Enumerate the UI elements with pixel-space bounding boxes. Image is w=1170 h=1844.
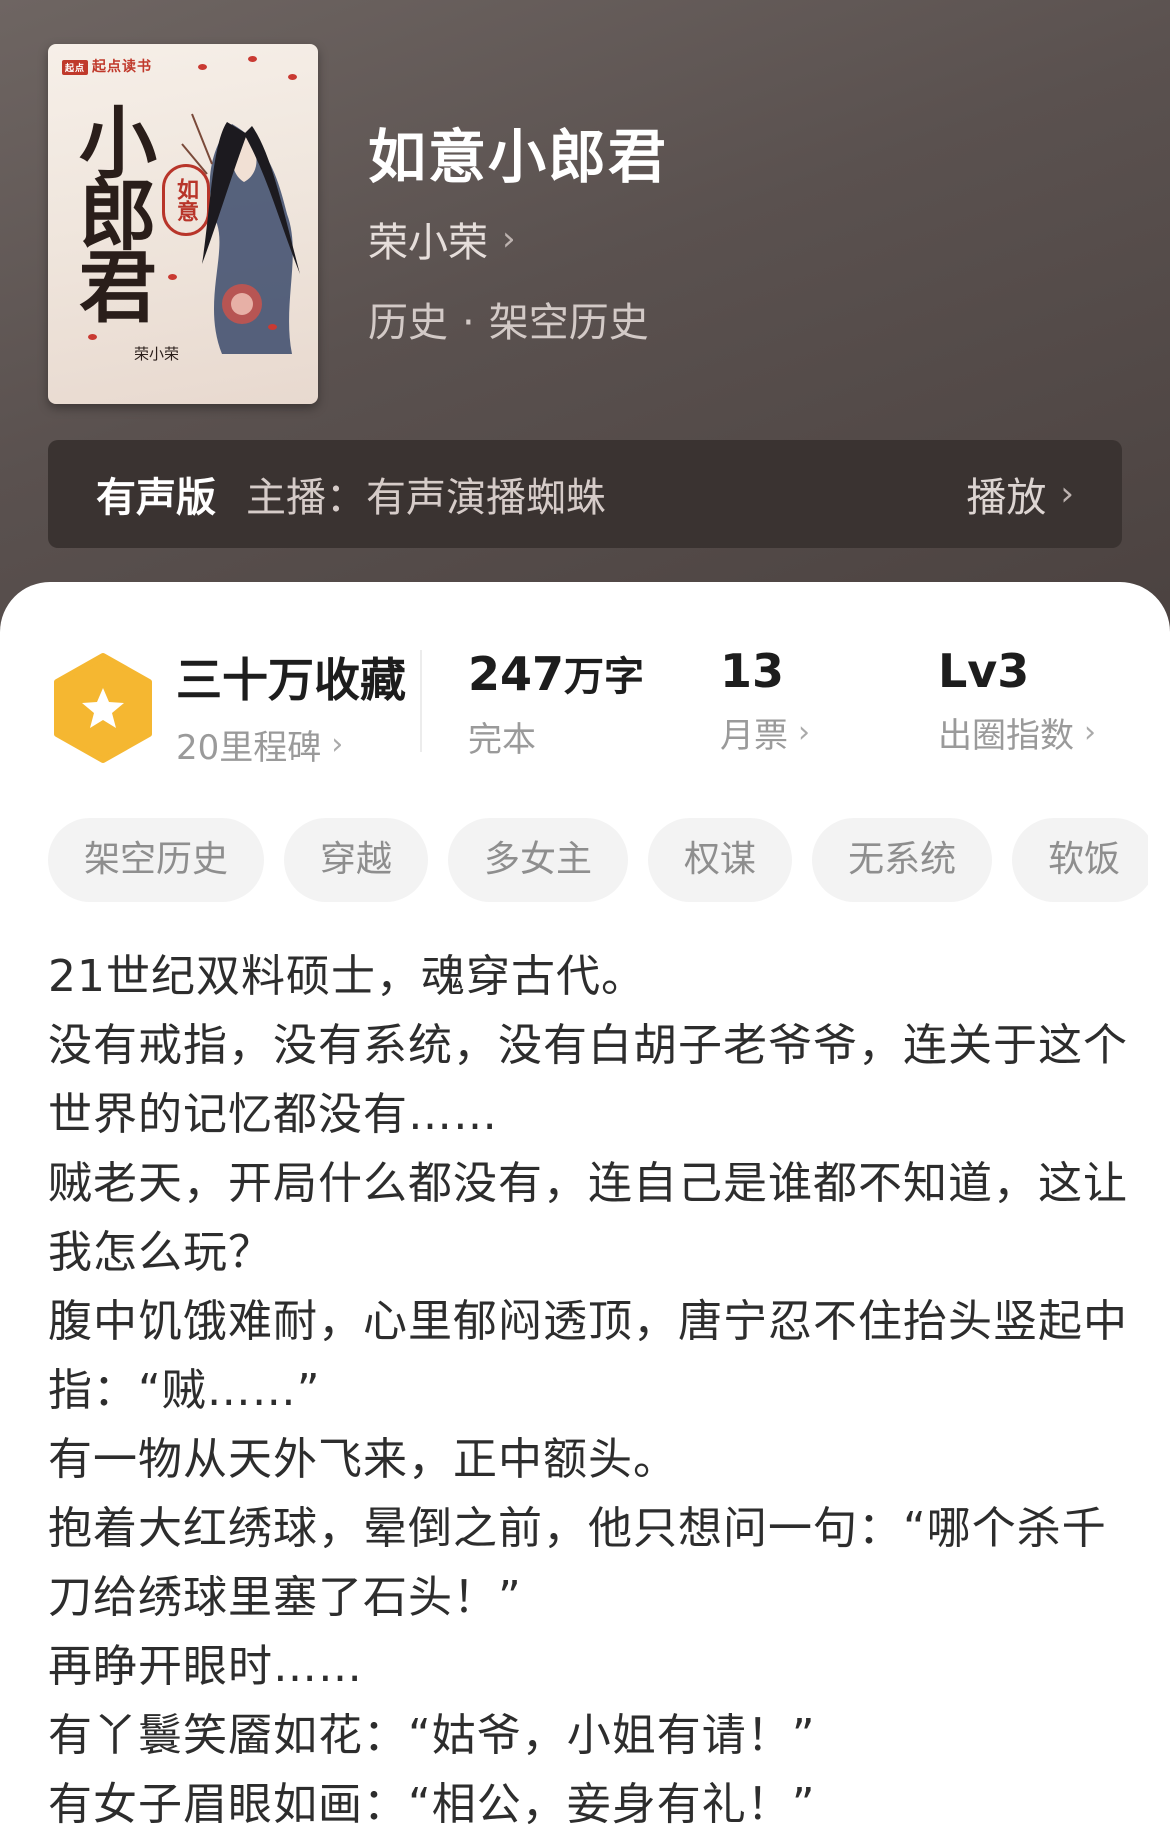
chevron-right-icon: ›: [798, 715, 810, 750]
chevron-right-icon: ›: [502, 219, 516, 259]
words-value: 247: [468, 647, 565, 701]
words-unit: 万字: [564, 654, 645, 700]
audio-host: 主播：有声演播蜘蛛: [246, 475, 606, 521]
genre-main[interactable]: 历史: [368, 300, 448, 346]
petal-decoration: [248, 56, 257, 62]
tickets-value: 13: [720, 644, 785, 698]
tag-pill[interactable]: 多女主: [448, 818, 629, 902]
cover-calligraphy: 小郎君: [66, 102, 157, 318]
petal-decoration: [88, 334, 97, 340]
author-name: 荣小荣: [368, 220, 488, 266]
collect-sub: 20里程碑: [176, 728, 322, 768]
petal-decoration: [268, 324, 277, 330]
audio-version-bar[interactable]: 有声版 主播：有声演播蜘蛛 播放 ›: [48, 440, 1122, 548]
tag-pill[interactable]: 架空历史: [48, 818, 265, 902]
stats-row: 三十万收藏 20里程碑 › 247万字 完本 13 月票 › Lv3 出圈指数 …: [0, 644, 1170, 768]
divider: [420, 650, 422, 752]
tag-pill[interactable]: 穿越: [284, 818, 429, 902]
stat-collect[interactable]: 三十万收藏 20里程碑 ›: [176, 644, 406, 769]
petal-decoration: [168, 274, 177, 280]
words-sub: 完本: [468, 720, 536, 760]
cover-publisher: 起点 起点读书: [62, 56, 152, 76]
collect-value: 三十万收藏: [176, 653, 406, 707]
tag-pill[interactable]: 软饭: [1012, 818, 1148, 902]
stat-words: 247万字 完本: [468, 644, 644, 761]
cover-illustration: [181, 113, 300, 354]
book-genre: 历史 · 架空历史: [368, 300, 649, 346]
petal-decoration: [198, 64, 207, 70]
chevron-right-icon: ›: [1084, 715, 1096, 750]
stat-tickets[interactable]: 13 月票 ›: [720, 644, 810, 757]
tickets-sub: 月票: [720, 716, 788, 756]
detail-sheet: 三十万收藏 20里程碑 › 247万字 完本 13 月票 › Lv3 出圈指数 …: [0, 582, 1170, 1844]
description-line: 抱着大红绣球，晕倒之前，他只想问一句：“哪个杀千刀给绣球里塞了石头！”: [48, 1503, 1107, 1623]
author-link[interactable]: 荣小荣 ›: [368, 210, 516, 268]
audio-tag: 有声版: [96, 475, 216, 521]
description-line: 再睁开眼时……: [48, 1641, 363, 1692]
level-sub: 出圈指数: [938, 716, 1074, 756]
publisher-logo: 起点: [62, 59, 89, 75]
cover-author: 荣小荣: [134, 345, 180, 363]
description-line: 贼老天，开局什么都没有，连自己是谁都不知道，这让我怎么玩？: [48, 1158, 1128, 1278]
description-line: 有女子眉眼如画：“相公，妾身有礼！”: [48, 1779, 816, 1830]
description-line: 没有戒指，没有系统，没有白胡子老爷爷，连关于这个世界的记忆都没有……: [48, 1020, 1128, 1140]
genre-sub[interactable]: 架空历史: [489, 300, 649, 346]
description-line: 有一物从天外飞来，正中额头。: [48, 1434, 678, 1485]
book-description[interactable]: 21世纪双料硕士，魂穿古代。 没有戒指，没有系统，没有白胡子老爷爷，连关于这个世…: [48, 942, 1128, 1839]
chevron-right-icon: ›: [331, 727, 344, 762]
description-line: 21世纪双料硕士，魂穿古代。: [48, 951, 646, 1002]
stat-level[interactable]: Lv3 出圈指数 ›: [938, 644, 1096, 757]
petal-decoration: [288, 74, 297, 80]
chevron-right-icon: ›: [1060, 474, 1074, 514]
book-title: 如意小郎君: [368, 123, 669, 191]
play-button[interactable]: 播放 ›: [966, 465, 1074, 523]
level-value: Lv3: [938, 644, 1030, 698]
description-line: 有丫鬟笑靥如花：“姑爷，小姐有请！”: [48, 1710, 816, 1761]
tag-pill[interactable]: 权谋: [648, 818, 793, 902]
book-cover[interactable]: 起点 起点读书 小郎君 如意 荣小荣: [48, 44, 318, 404]
tag-list: 架空历史 穿越 多女主 权谋 无系统 软饭: [48, 818, 1148, 904]
description-line: 腹中饥饿难耐，心里郁闷透顶，唐宁忍不住抬头竖起中指：“贼……”: [48, 1296, 1128, 1416]
tag-pill[interactable]: 无系统: [812, 818, 993, 902]
star-badge-icon: [54, 653, 152, 763]
